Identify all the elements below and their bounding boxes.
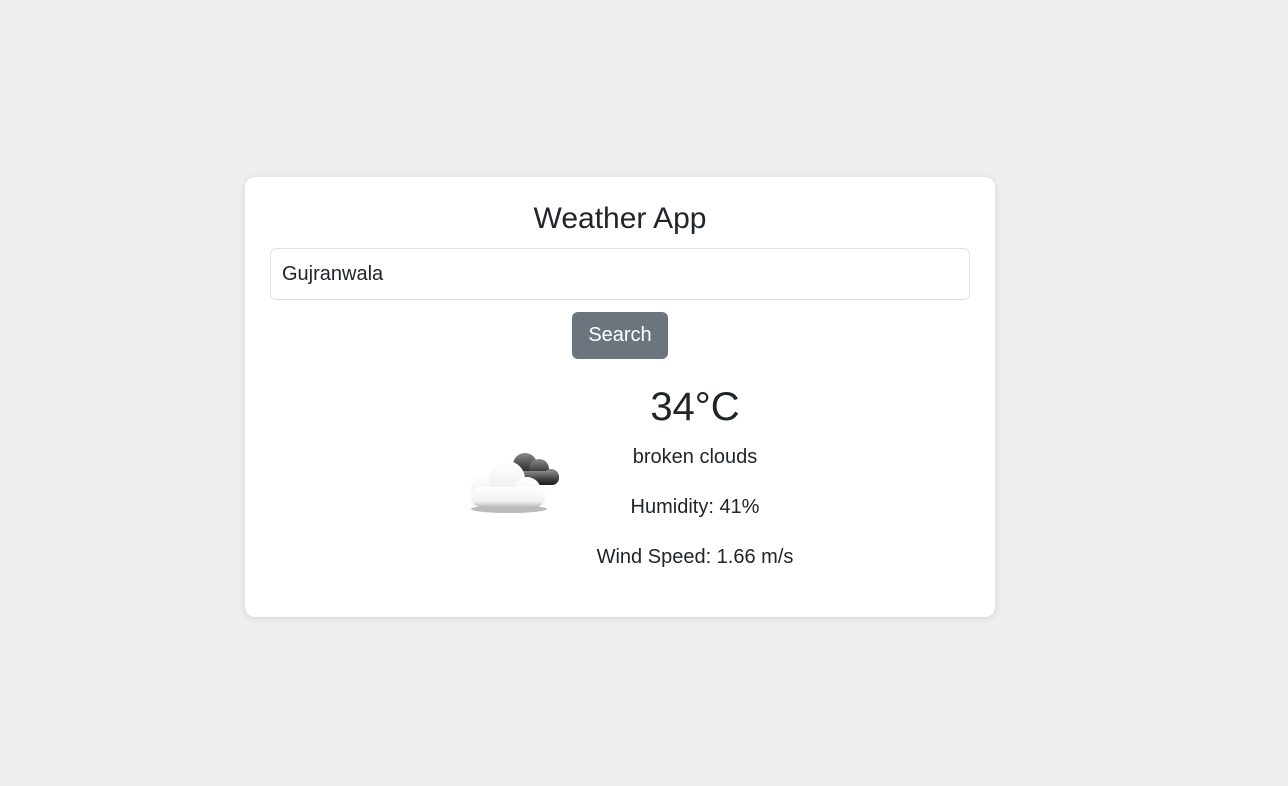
search-button[interactable]: Search: [572, 312, 668, 359]
weather-description: broken clouds: [632, 446, 758, 468]
temperature: 34°C: [650, 385, 740, 429]
weather-card: Weather App Search: [245, 177, 995, 617]
app-title: Weather App: [533, 202, 707, 235]
wind-speed: Wind Speed: 1.66 m/s: [596, 546, 794, 568]
broken-clouds-icon: [471, 453, 559, 513]
city-search-input[interactable]: [270, 248, 970, 300]
humidity: Humidity: 41%: [630, 496, 760, 518]
